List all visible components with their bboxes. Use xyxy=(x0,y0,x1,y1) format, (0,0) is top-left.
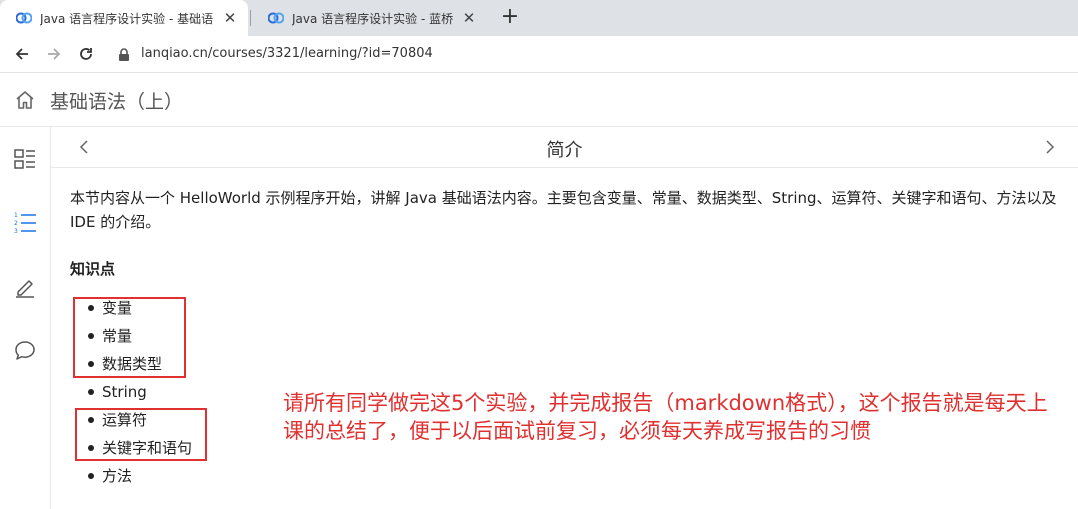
new-tab-button[interactable]: + xyxy=(498,6,522,30)
knowledge-points-heading: 知识点 xyxy=(70,260,116,278)
numbered-list-icon[interactable]: 123 xyxy=(13,210,37,234)
browser-toolbar: lanqiao.cn/courses/3321/learning/?id=708… xyxy=(0,36,1078,73)
svg-text:2: 2 xyxy=(14,220,18,227)
side-bar: 123 xyxy=(0,127,51,509)
reload-icon xyxy=(80,48,92,60)
tab-strip: Java 语言程序设计实验 - 基础语 ✕ Java 语言程序设计实验 - 蓝桥… xyxy=(0,0,1078,36)
tab-close-icon[interactable]: ✕ xyxy=(461,9,477,27)
home-icon[interactable] xyxy=(14,89,36,111)
forward-button[interactable] xyxy=(42,42,66,66)
list-item: String xyxy=(70,378,192,406)
back-button[interactable] xyxy=(10,42,34,66)
pencil-icon[interactable] xyxy=(13,275,37,299)
annotation-box-1 xyxy=(73,297,186,378)
list-item-label: String xyxy=(102,383,147,401)
annotation-box-2 xyxy=(75,408,207,461)
tab-title: Java 语言程序设计实验 - 基础语 xyxy=(40,11,214,26)
reload-button[interactable] xyxy=(74,42,98,66)
arrow-left-icon xyxy=(15,48,28,60)
chevron-right-icon[interactable] xyxy=(1043,137,1057,157)
arrow-right-icon xyxy=(48,48,61,60)
section-header: 简介 xyxy=(51,127,1078,168)
tab-divider xyxy=(250,10,251,26)
svg-text:3: 3 xyxy=(14,228,18,234)
tab-active[interactable]: Java 语言程序设计实验 - 基础语 ✕ xyxy=(0,0,248,36)
annotation-text: 请所有同学做完这5个实验，并完成报告（markdown格式），这个报告就是每天上… xyxy=(283,391,1048,443)
lock-icon[interactable] xyxy=(118,48,130,62)
bullet-icon xyxy=(88,389,94,395)
list-item: 方法 xyxy=(70,462,192,490)
page-header: 基础语法（上） xyxy=(0,73,1078,127)
page-title: 基础语法（上） xyxy=(50,91,184,113)
catalog-icon[interactable] xyxy=(13,147,37,171)
tab-title: Java 语言程序设计实验 - 蓝桥 xyxy=(292,11,454,26)
tab-inactive[interactable]: Java 语言程序设计实验 - 蓝桥 ✕ xyxy=(252,0,487,36)
tab-close-icon[interactable]: ✕ xyxy=(222,9,238,27)
lanqiao-favicon-icon xyxy=(268,12,284,24)
url-field[interactable]: lanqiao.cn/courses/3321/learning/?id=708… xyxy=(141,46,433,61)
list-item-label: 方法 xyxy=(102,467,133,485)
intro-paragraph: 本节内容从一个 HelloWorld 示例程序开始，讲解 Java 基础语法内容… xyxy=(70,189,1057,231)
bullet-icon xyxy=(88,473,94,479)
svg-text:1: 1 xyxy=(14,212,18,219)
section-title: 简介 xyxy=(546,140,583,161)
lanqiao-favicon-icon xyxy=(16,12,32,24)
chat-bubble-icon[interactable] xyxy=(13,339,37,363)
